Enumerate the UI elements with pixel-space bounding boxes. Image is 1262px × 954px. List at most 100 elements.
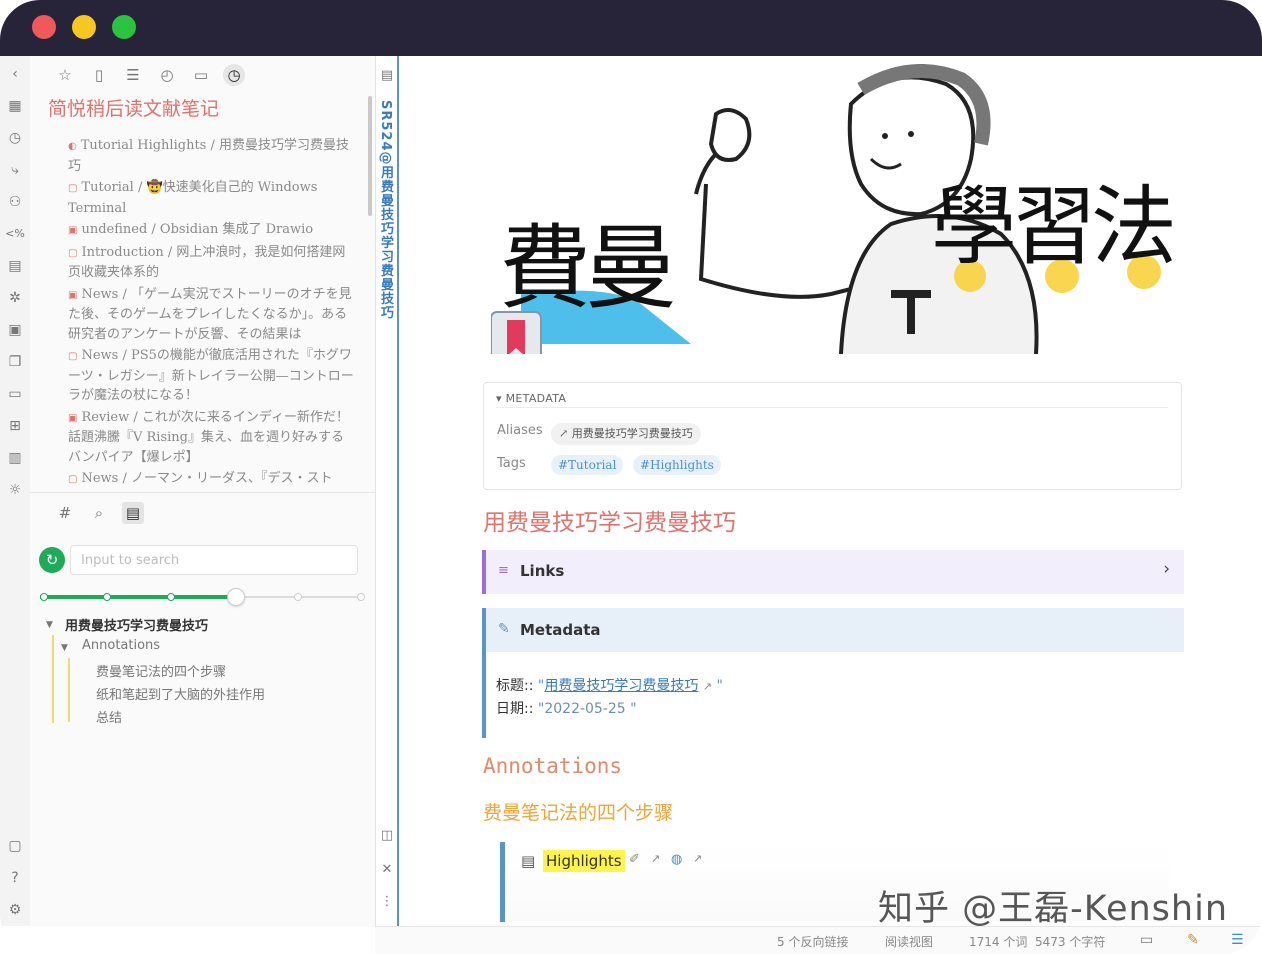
star-icon[interactable]: ☆ [54, 64, 76, 86]
recent-entry[interactable]: ◐ Tutorial Highlights / 用费曼技巧学习费曼技巧 [68, 136, 354, 176]
document-icon[interactable]: ▤ [378, 68, 396, 86]
lock-icon: ▢ [68, 351, 78, 362]
outline-icon[interactable]: ▤ [122, 502, 144, 524]
recent-entry[interactable]: ▢ News / PS5の機能が徹底活用された『ホグワーツ・レガシー』新トレイラー… [68, 346, 354, 406]
chevron-right-icon[interactable]: › [1163, 559, 1170, 579]
external-link-icon[interactable]: ↗ [651, 852, 660, 865]
clock-circle-icon[interactable]: ◷ [5, 128, 25, 148]
outline-item[interactable]: 总结 [96, 707, 122, 726]
graph-icon[interactable]: ⚇ [5, 192, 25, 212]
branch-icon[interactable]: ⤷ [5, 160, 25, 180]
clock-icon[interactable]: ◴ [156, 64, 178, 86]
recent-entry[interactable]: ▣ undefined / Obsidian 集成了 Drawio [68, 220, 354, 241]
lower-tab-row: # ⌕ ▤ [30, 493, 375, 531]
lock-icon: ▣ [68, 412, 78, 424]
tag-pill[interactable]: #Highlights [633, 455, 721, 475]
app-window: ‹ ▦ ◷ ⤷ ⚇ <% ▤ ✲ ▣ ❐ ▭ ⊞ ▥ ☼ ▢ ? ⚙ ☆ ▯ ☰… [0, 0, 1262, 954]
stack-icon[interactable]: ▭ [5, 384, 25, 404]
chevron-down-icon[interactable]: ▼ [46, 620, 53, 630]
template-icon[interactable]: ▤ [5, 256, 25, 276]
metadata-panel: ▾ METADATA Aliases ↗ 用费曼技巧学习费曼技巧 Tags #T… [483, 382, 1182, 490]
close-icon[interactable]: ✕ [378, 862, 396, 880]
title-link[interactable]: 用费曼技巧学习费曼技巧 [544, 678, 698, 694]
step-heading: 费曼笔记法的四个步骤 [483, 802, 674, 824]
external-link-icon[interactable]: ↗ [703, 680, 712, 693]
recent-files-icon[interactable]: ◷ [223, 64, 245, 86]
left-ribbon: ‹ ▦ ◷ ⤷ ⚇ <% ▤ ✲ ▣ ❐ ▭ ⊞ ▥ ☼ ▢ ? ⚙ [0, 56, 31, 926]
level-slider[interactable] [40, 588, 365, 606]
alias-pill[interactable]: ↗ 用费曼技巧学习费曼技巧 [551, 423, 701, 445]
slider-thumb[interactable] [227, 588, 245, 606]
stacked-tab-title[interactable]: SR524@用费曼技巧学习费曼技巧 [377, 100, 395, 320]
more-icon[interactable]: ⋮ [378, 894, 396, 912]
table-icon[interactable]: ▦ [5, 96, 25, 116]
tag-pill[interactable]: #Tutorial [551, 455, 624, 475]
pane-scrollbar[interactable] [368, 96, 372, 216]
brush-icon[interactable]: ✎ [1187, 932, 1199, 948]
backlinks-count[interactable]: 5 个反向链接 [777, 933, 848, 950]
grid-icon[interactable]: ▥ [5, 448, 25, 468]
outline-item[interactable]: 纸和笔起到了大脑的外挂作用 [96, 684, 265, 703]
file-icon[interactable]: ▯ [88, 64, 110, 86]
maximize-window-button[interactable] [112, 15, 136, 39]
list-icon[interactable]: ☰ [122, 64, 144, 86]
search-input[interactable] [70, 545, 358, 575]
help-icon[interactable]: ? [5, 868, 25, 888]
pen-icon[interactable]: ✐ [629, 852, 640, 867]
title-field: 标题:: "用费曼技巧学习费曼技巧 ↗ " [496, 678, 723, 694]
document-icon: ▤ [521, 852, 536, 870]
camera-icon[interactable]: ▢ [5, 836, 25, 856]
tag-icon: ◐ [68, 141, 77, 152]
word-count: 1714 个词 [969, 935, 1028, 949]
outline-root[interactable]: 用费曼技巧学习费曼技巧 [65, 615, 208, 634]
chevron-down-icon[interactable]: ▼ [61, 643, 68, 653]
cover-text-left: 費曼 [499, 215, 677, 322]
recent-entry[interactable]: ▢ Introduction / 网上冲浪时，我是如何搭建网页收藏夹体系的 [68, 243, 354, 283]
plugin-icon[interactable]: ⊞ [5, 416, 25, 436]
watermark: 知乎 @王磊-Kenshin [878, 889, 1229, 929]
left-tab-row: ☆ ▯ ☰ ◴ ▭ ◷ [30, 56, 375, 92]
lock-icon: ▣ [68, 225, 78, 236]
recent-entry[interactable]: ▣ News / 「ゲーム実況でストーリーのオチを見た後、そのゲームをプレイしたく… [68, 285, 354, 345]
outline-toggle-icon[interactable]: ☰ [1231, 932, 1244, 948]
minimize-window-button[interactable] [72, 15, 96, 39]
folder-icon[interactable]: ▭ [190, 64, 212, 86]
cover-text-right: 學習法 [931, 177, 1177, 277]
sync-icon[interactable]: ▭ [1140, 932, 1153, 948]
lock-icon: ▢ [68, 247, 78, 259]
calendar-icon[interactable]: ▣ [5, 320, 25, 340]
network-icon[interactable]: ✲ [5, 288, 25, 308]
outline-group[interactable]: Annotations [82, 638, 160, 653]
date-field: 日期:: "2022-05-25 " [496, 701, 637, 717]
outline-item[interactable]: 费曼笔记法的四个步骤 [96, 661, 226, 680]
copy-icon[interactable]: ❐ [5, 352, 25, 372]
highlight-label[interactable]: Highlights [543, 850, 625, 872]
lock-icon: ▣ [68, 289, 78, 301]
recent-entries: ◐ Tutorial Highlights / 用费曼技巧学习费曼技巧 ▢ Tuto… [68, 136, 354, 492]
recent-entry[interactable]: ▢ News / ノーマン・リーダス、『デス・スト [68, 469, 354, 490]
code-icon[interactable]: <% [5, 224, 25, 244]
annotations-heading: Annotations [483, 754, 623, 778]
search-icon[interactable]: ⌕ [88, 502, 110, 524]
close-window-button[interactable] [32, 15, 56, 39]
list-icon: ≡ [498, 563, 509, 578]
metadata-header[interactable]: ▾ METADATA [496, 392, 566, 405]
recent-entry[interactable]: ▣ Review / これが次に来るインディー新作だ！話題沸騰『V Rising』… [68, 408, 354, 468]
external-link-icon[interactable]: ↗ [693, 852, 702, 865]
lock-icon: ▢ [68, 183, 78, 194]
view-mode[interactable]: 阅读视图 [885, 933, 933, 950]
char-count: 5473 个字符 [1035, 935, 1106, 949]
refresh-button[interactable]: ↻ [39, 547, 65, 573]
title-bar [0, 0, 1262, 56]
settings-icon[interactable]: ⚙ [5, 900, 25, 920]
links-callout[interactable]: ≡ Links › [482, 550, 1184, 594]
pencil-icon: ✎ [498, 621, 510, 637]
split-icon[interactable]: ◫ [378, 828, 396, 846]
sun-icon[interactable]: ☼ [5, 480, 25, 500]
globe-icon[interactable]: ◍ [671, 852, 682, 867]
recent-files-pane: ☆ ▯ ☰ ◴ ▭ ◷ 简悦稍后读文献笔记 ◐ Tutorial Highligh… [30, 56, 375, 492]
recent-pane-title: 简悦稍后读文献笔记 [48, 98, 220, 120]
chevron-left-icon[interactable]: ‹ [5, 64, 25, 84]
recent-entry[interactable]: ▢ Tutorial / 🤠快速美化自己的 Windows Terminal [68, 178, 354, 218]
hash-icon[interactable]: # [54, 502, 76, 524]
